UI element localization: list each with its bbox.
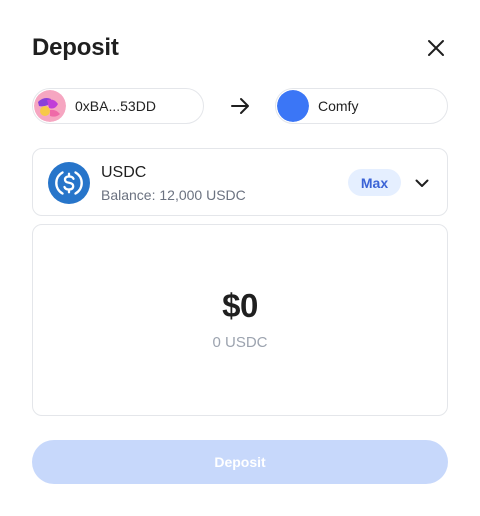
deposit-modal: Deposit 0xBA...53DD Comfy USDC Balance: … xyxy=(0,0,480,516)
close-button[interactable] xyxy=(422,34,450,62)
arrow-right-icon xyxy=(229,95,251,117)
amount-token-equivalent: 0 USDC xyxy=(212,334,268,351)
from-account-pill[interactable]: 0xBA...53DD xyxy=(32,88,204,124)
to-account-pill[interactable]: Comfy xyxy=(275,88,448,124)
from-address: 0xBA...53DD xyxy=(75,98,156,114)
close-icon xyxy=(428,40,444,56)
amount-input-area[interactable]: $0 0 USDC xyxy=(32,224,448,416)
deposit-button[interactable]: Deposit xyxy=(32,440,448,484)
token-symbol: USDC xyxy=(101,164,147,181)
wallet-avatar xyxy=(34,90,66,122)
amount-value[interactable]: $0 xyxy=(33,287,447,325)
token-selector[interactable]: USDC Balance: 12,000 USDC Max xyxy=(32,148,448,216)
destination-name: Comfy xyxy=(318,98,359,114)
usdc-icon xyxy=(48,162,90,204)
max-button[interactable]: Max xyxy=(348,169,401,196)
modal-title: Deposit xyxy=(32,34,119,61)
destination-avatar xyxy=(277,90,309,122)
chevron-down-icon[interactable] xyxy=(411,172,433,194)
token-balance: Balance: 12,000 USDC xyxy=(101,187,246,203)
